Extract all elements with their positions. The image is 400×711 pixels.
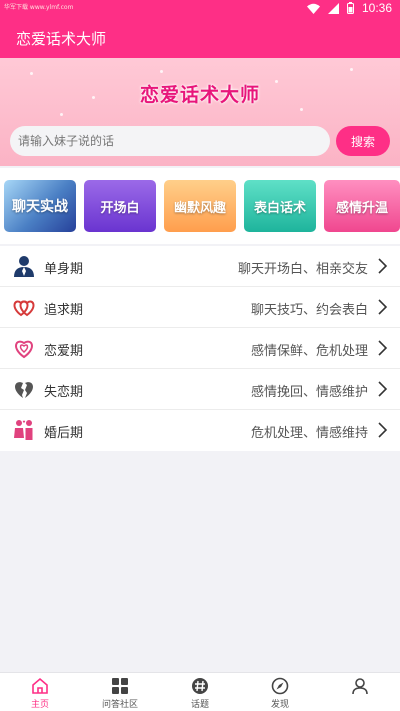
stage-desc: 危机处理、情感维持 <box>250 426 368 441</box>
tab-label: 话题 <box>190 700 209 710</box>
app-title: 恋爱话术大师 <box>16 30 107 48</box>
list-item-married[interactable]: 婚后期 危机处理、情感维持 <box>0 410 400 451</box>
status-bar: 华军下载 www.ylmf.com 10:36 <box>0 0 400 18</box>
category-card-chat-practice[interactable]: 聊天实战 <box>4 180 76 232</box>
tab-home[interactable]: 主页 <box>0 673 80 711</box>
stage-name: 追求期 <box>44 303 84 318</box>
chevron-right-icon <box>378 340 388 356</box>
tab-topics[interactable]: 话题 <box>160 673 240 711</box>
stage-desc: 感情保鲜、危机处理 <box>250 344 368 359</box>
category-label: 聊天实战 <box>12 199 68 215</box>
battery-icon <box>346 2 354 14</box>
wifi-icon <box>306 3 320 14</box>
category-card-warm-up[interactable]: 感情升温 <box>324 180 400 232</box>
list-item-pursuit[interactable]: 追求期 聊天技巧、约会表白 <box>0 287 400 328</box>
single-person-icon <box>14 256 34 277</box>
home-icon <box>32 677 48 694</box>
chevron-right-icon <box>378 422 388 438</box>
list-item-breakup[interactable]: 失恋期 感情挽回、情感维护 <box>0 369 400 410</box>
stage-name: 恋爱期 <box>44 344 84 359</box>
carrier-text: 华军下载 www.ylmf.com <box>4 4 74 11</box>
bottom-nav: 主页 问答社区 话题 发现 <box>0 672 400 711</box>
tab-profile[interactable] <box>320 673 400 711</box>
category-label: 感情升温 <box>335 200 388 216</box>
profile-icon <box>352 678 368 695</box>
tab-label: 问答社区 <box>101 700 138 710</box>
tab-discover[interactable]: 发现 <box>240 673 320 711</box>
chevron-right-icon <box>378 258 388 274</box>
stage-desc: 聊天开场白、相亲交友 <box>237 262 368 277</box>
stage-desc: 感情挽回、情感维护 <box>250 385 368 400</box>
tab-label: 发现 <box>270 700 289 710</box>
list-item-single[interactable]: 单身期 聊天开场白、相亲交友 <box>0 246 400 287</box>
stage-name: 婚后期 <box>44 426 84 441</box>
category-card-confession[interactable]: 表白话术 <box>244 180 316 232</box>
category-label: 幽默风趣 <box>173 200 226 216</box>
chevron-right-icon <box>378 381 388 397</box>
clock: 10:36 <box>361 1 392 15</box>
stage-name: 单身期 <box>44 262 84 277</box>
search-input[interactable] <box>10 126 330 156</box>
stage-name: 失恋期 <box>44 385 84 400</box>
heart-outline-icon <box>15 340 33 359</box>
category-card-opening-lines[interactable]: 开场白 <box>84 180 156 232</box>
tab-qa-community[interactable]: 问答社区 <box>80 673 160 711</box>
category-label: 表白话术 <box>253 200 306 216</box>
stage-desc: 聊天技巧、约会表白 <box>250 303 368 318</box>
search-button[interactable]: 搜索 <box>336 126 390 156</box>
double-heart-icon <box>13 300 35 317</box>
chevron-right-icon <box>378 299 388 315</box>
list-item-dating[interactable]: 恋爱期 感情保鲜、危机处理 <box>0 328 400 369</box>
category-card-humor[interactable]: 幽默风趣 <box>164 180 236 232</box>
category-label: 开场白 <box>100 200 140 216</box>
tab-label: 主页 <box>30 700 49 710</box>
hashtag-icon <box>192 678 208 694</box>
signal-icon <box>327 2 339 14</box>
compass-icon <box>271 677 289 695</box>
app-bar: 恋爱话术大师 <box>0 18 400 58</box>
stage-list: 单身期 聊天开场白、相亲交友 追求期 聊天技巧、约会表白 恋爱期 感情保鲜、危机… <box>0 246 400 451</box>
broken-heart-icon <box>15 382 33 398</box>
couple-icon <box>14 420 33 440</box>
category-strip: 聊天实战 开场白 幽默风趣 表白话术 感情升温 <box>0 168 400 244</box>
brand-title: 恋爱话术大师 <box>139 84 260 106</box>
grid-icon <box>112 678 128 694</box>
